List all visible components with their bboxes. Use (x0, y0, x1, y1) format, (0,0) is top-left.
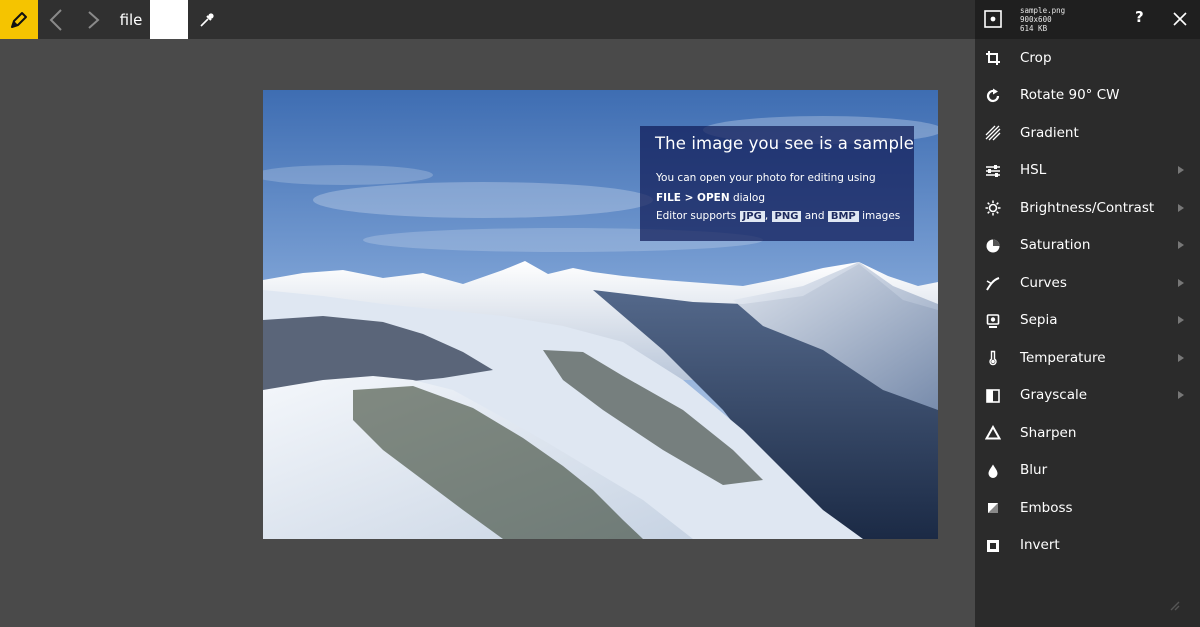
filter-menu: Crop Rotate 90° CW Gradient HSL Brightne… (975, 39, 1200, 564)
submenu-arrow-icon (1178, 391, 1184, 400)
forward-arrow-icon (88, 10, 100, 29)
menu-item-blur[interactable]: Blur (975, 452, 1200, 490)
pencil-tool-button[interactable] (0, 0, 38, 39)
close-icon (1173, 12, 1187, 26)
menu-item-crop[interactable]: Crop (975, 39, 1200, 77)
saturation-icon (986, 239, 1000, 252)
menu-item-gradient[interactable]: Gradient (975, 114, 1200, 152)
supports-text: Editor supports (656, 210, 740, 222)
menu-item-saturation[interactable]: Saturation (975, 227, 1200, 265)
sepia-icon (986, 313, 1000, 328)
menu-item-sharpen[interactable]: Sharpen (975, 414, 1200, 452)
file-menu[interactable]: file (113, 0, 149, 39)
resize-grip[interactable] (1169, 597, 1181, 611)
menu-item-grayscale[interactable]: Grayscale (975, 377, 1200, 415)
back-button[interactable] (40, 0, 72, 39)
color-swatch[interactable] (150, 0, 188, 39)
rotate-icon (986, 88, 1000, 102)
menu-item-label: Invert (1020, 537, 1060, 554)
thermometer-icon (989, 350, 997, 366)
menu-item-label: Crop (1020, 49, 1052, 66)
menu-item-label: Saturation (1020, 237, 1091, 254)
menu-item-label: Emboss (1020, 499, 1073, 516)
menu-item-label: Grayscale (1020, 387, 1088, 404)
close-button[interactable] (1172, 11, 1188, 27)
file-dimensions: 900x600 (1020, 15, 1052, 24)
invert-icon (987, 539, 999, 552)
submenu-arrow-icon (1178, 316, 1184, 325)
brightness-icon (985, 200, 1001, 216)
menu-item-label: Sharpen (1020, 424, 1077, 441)
format-separator: , (764, 210, 772, 222)
menu-item-label: Temperature (1020, 349, 1106, 366)
submenu-arrow-icon (1178, 241, 1184, 250)
panel-header: sample.png 900x600 614 KB ? (975, 0, 1200, 39)
photo-editor-app: file The image you see is a sample You c… (0, 0, 1200, 627)
menu-item-label: Curves (1020, 274, 1067, 291)
eyedropper-icon (200, 12, 214, 27)
format-separator: and (801, 210, 828, 222)
file-info: sample.png 900x600 614 KB (1020, 6, 1065, 33)
crop-icon (986, 51, 1000, 65)
menu-item-label: HSL (1020, 162, 1047, 179)
file-name: sample.png (1020, 6, 1066, 15)
sample-overlay-line-3: Editor supports JPG, PNG and BMP images (656, 210, 900, 222)
menu-item-curves[interactable]: Curves (975, 264, 1200, 302)
format-badge-jpg: JPG (739, 211, 765, 222)
menu-item-label: Brightness/Contrast (1020, 199, 1155, 216)
file-size: 614 KB (1020, 24, 1048, 33)
menu-item-temperature[interactable]: Temperature (975, 339, 1200, 377)
menu-item-rotate[interactable]: Rotate 90° CW (975, 77, 1200, 115)
pencil-icon (11, 11, 27, 28)
format-badge-bmp: BMP (827, 211, 859, 222)
submenu-arrow-icon (1178, 278, 1184, 287)
sample-overlay-line-1: You can open your photo for editing usin… (656, 172, 876, 184)
menu-item-label: Blur (1020, 462, 1048, 479)
sample-info-overlay: The image you see is a sample You can op… (640, 126, 914, 241)
image-frame-icon (984, 10, 1002, 28)
filters-panel: sample.png 900x600 614 KB ? Crop Rotate … (975, 0, 1200, 627)
sample-overlay-line-2: FILE > OPEN dialog (656, 192, 765, 204)
canvas-area[interactable]: The image you see is a sample You can op… (0, 39, 975, 627)
dialog-text: dialog (729, 192, 766, 204)
menu-item-invert[interactable]: Invert (975, 527, 1200, 565)
help-button[interactable]: ? (1135, 8, 1151, 30)
submenu-arrow-icon (1178, 203, 1184, 212)
menu-item-label: Sepia (1020, 312, 1058, 329)
top-toolbar: file (0, 0, 975, 39)
back-arrow-icon (49, 8, 62, 31)
grayscale-icon (986, 388, 1000, 403)
file-open-hint: FILE > OPEN (656, 192, 730, 204)
menu-item-emboss[interactable]: Emboss (975, 489, 1200, 527)
menu-item-hsl[interactable]: HSL (975, 152, 1200, 190)
format-badge-png: PNG (771, 211, 802, 222)
resize-grip-icon (1170, 601, 1180, 611)
submenu-arrow-icon (1178, 353, 1184, 362)
hsl-icon (986, 164, 1000, 177)
images-text: images (858, 210, 901, 222)
menu-item-label: Rotate 90° CW (1020, 87, 1120, 104)
sharpen-icon (985, 425, 1001, 440)
curves-icon (986, 277, 1000, 291)
submenu-arrow-icon (1178, 166, 1184, 175)
forward-button[interactable] (78, 0, 110, 39)
sample-photo[interactable]: The image you see is a sample You can op… (263, 90, 938, 539)
menu-item-sepia[interactable]: Sepia (975, 302, 1200, 340)
gradient-icon (985, 125, 1001, 141)
emboss-icon (988, 503, 998, 513)
menu-item-brightness-contrast[interactable]: Brightness/Contrast (975, 189, 1200, 227)
sample-overlay-title: The image you see is a sample (655, 134, 914, 153)
blur-icon (988, 464, 998, 478)
menu-item-label: Gradient (1020, 124, 1079, 141)
eyedropper-button[interactable] (193, 0, 221, 39)
image-info-button[interactable] (983, 9, 1003, 29)
